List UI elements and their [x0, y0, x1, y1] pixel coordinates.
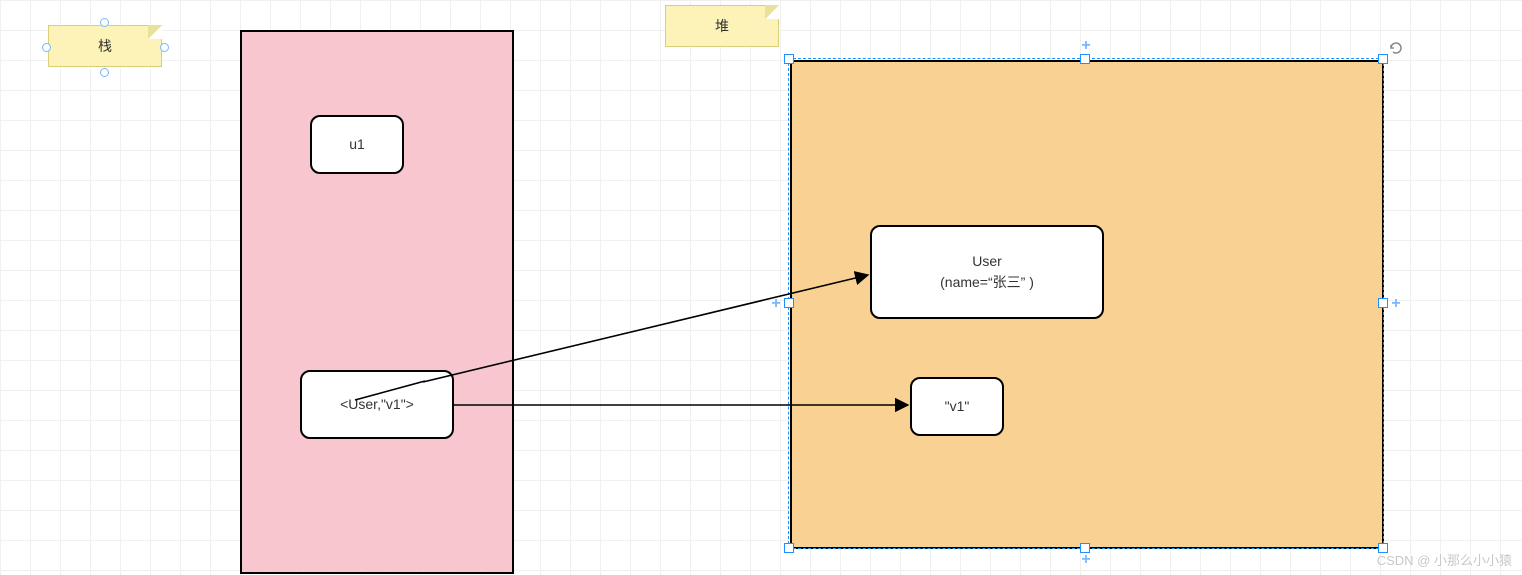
node-userv1[interactable]: <User,"v1">	[300, 370, 454, 439]
fold-icon	[148, 25, 162, 39]
note-heap-label: 堆	[715, 16, 729, 36]
plus-icon[interactable]: +	[1078, 38, 1094, 54]
plus-icon[interactable]: +	[1388, 296, 1404, 312]
note-heap[interactable]: 堆	[665, 5, 779, 47]
node-userv1-label: <User,"v1">	[340, 394, 414, 415]
handle-circle[interactable]	[160, 43, 169, 52]
resize-handle[interactable]	[1378, 54, 1388, 64]
rotate-icon[interactable]	[1388, 40, 1404, 56]
resize-handle[interactable]	[1378, 298, 1388, 308]
stack-container[interactable]	[240, 30, 514, 574]
node-user[interactable]: User (name=“张三” )	[870, 225, 1104, 319]
node-user-line2: (name=“张三” )	[940, 272, 1034, 293]
plus-icon[interactable]: +	[1078, 552, 1094, 568]
plus-icon[interactable]: +	[768, 296, 784, 312]
node-v1[interactable]: "v1"	[910, 377, 1004, 436]
resize-handle[interactable]	[784, 54, 794, 64]
node-user-line1: User	[972, 251, 1002, 272]
watermark-text: CSDN @ 小那么小小猿	[1377, 553, 1512, 568]
note-stack[interactable]: 栈	[48, 25, 162, 67]
resize-handle[interactable]	[1080, 54, 1090, 64]
note-stack-label: 栈	[98, 36, 112, 56]
handle-circle[interactable]	[42, 43, 51, 52]
fold-icon	[765, 5, 779, 19]
handle-circle[interactable]	[100, 68, 109, 77]
handle-circle[interactable]	[100, 18, 109, 27]
resize-handle[interactable]	[784, 298, 794, 308]
resize-handle[interactable]	[784, 543, 794, 553]
node-v1-label: "v1"	[945, 396, 970, 417]
diagram-canvas[interactable]: 栈 堆 + + + + u1 <User,"v1"> User (name=“张…	[0, 0, 1522, 575]
watermark: CSDN @ 小那么小小猿	[1377, 550, 1512, 569]
node-u1[interactable]: u1	[310, 115, 404, 174]
node-u1-label: u1	[349, 134, 365, 155]
